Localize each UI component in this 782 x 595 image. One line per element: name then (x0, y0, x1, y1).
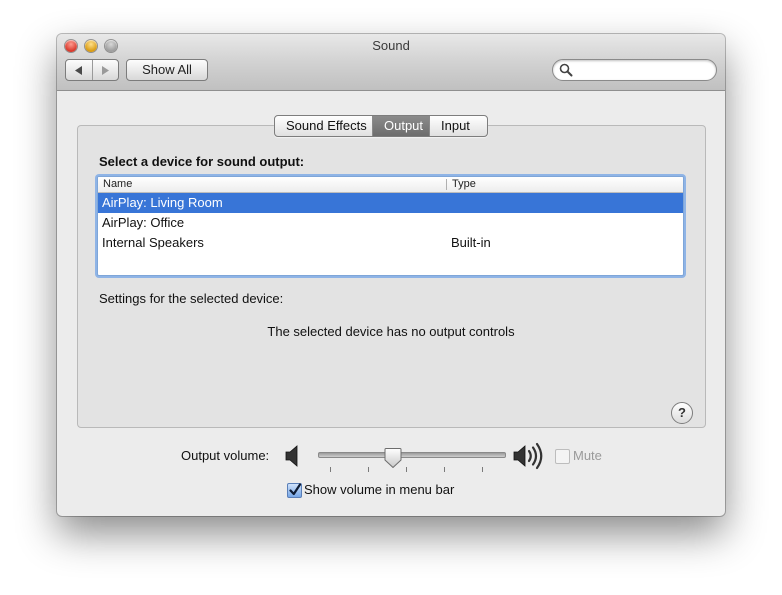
speaker-low-icon[interactable] (285, 445, 301, 467)
tab-input[interactable]: Input (430, 116, 487, 136)
show-volume-in-menu-bar-label[interactable]: Show volume in menu bar (304, 482, 454, 497)
output-volume-slider[interactable] (318, 452, 506, 458)
no-output-controls-message: The selected device has no output contro… (267, 324, 515, 339)
sound-preferences-window: Sound Show All Sound Effects Output Inpu… (57, 34, 725, 516)
slider-tick (482, 467, 483, 472)
show-volume-in-menu-bar-checkbox[interactable] (287, 483, 302, 498)
volume-slider-knob[interactable] (384, 448, 402, 468)
search-input[interactable] (575, 61, 711, 80)
back-button[interactable] (66, 60, 93, 80)
forward-arrow-icon (102, 65, 110, 75)
table-header: Name Type (98, 177, 683, 193)
slider-tick (406, 467, 407, 472)
tab-output[interactable]: Output (373, 116, 430, 136)
table-row[interactable]: Internal Speakers Built-in (98, 233, 683, 253)
output-volume-label: Output volume: (181, 448, 270, 463)
slider-tick (330, 467, 331, 472)
tab-sound-effects[interactable]: Sound Effects (275, 116, 373, 136)
device-name: Internal Speakers (102, 235, 204, 250)
speaker-high-icon[interactable] (513, 442, 547, 470)
tab-bar: Sound Effects Output Input (274, 115, 488, 137)
slider-tick (444, 467, 445, 472)
slider-tick (368, 467, 369, 472)
device-type: Built-in (451, 235, 491, 250)
mute-checkbox[interactable] (555, 449, 570, 464)
column-divider[interactable] (446, 179, 447, 190)
forward-button[interactable] (93, 60, 119, 80)
device-name: AirPlay: Office (102, 215, 185, 230)
help-button[interactable]: ? (671, 402, 693, 424)
device-select-heading: Select a device for sound output: (99, 154, 305, 169)
device-settings-label: Settings for the selected device: (99, 291, 284, 306)
checkmark-icon (289, 483, 301, 496)
output-device-table[interactable]: Name Type AirPlay: Living Room AirPlay: … (97, 176, 684, 276)
column-header-name[interactable]: Name (103, 177, 132, 192)
table-row[interactable]: AirPlay: Living Room (98, 193, 683, 213)
output-panel (77, 125, 706, 428)
window-title: Sound (372, 38, 410, 53)
back-forward-control (65, 59, 119, 81)
device-name: AirPlay: Living Room (102, 195, 223, 210)
column-header-type[interactable]: Type (452, 177, 476, 192)
table-row[interactable]: AirPlay: Office (98, 213, 683, 233)
mute-label[interactable]: Mute (573, 448, 602, 463)
title-bar: Sound Show All (57, 34, 725, 91)
show-all-button[interactable]: Show All (126, 59, 208, 81)
search-icon (559, 63, 573, 77)
search-field-container (552, 59, 717, 81)
back-arrow-icon (74, 65, 82, 75)
